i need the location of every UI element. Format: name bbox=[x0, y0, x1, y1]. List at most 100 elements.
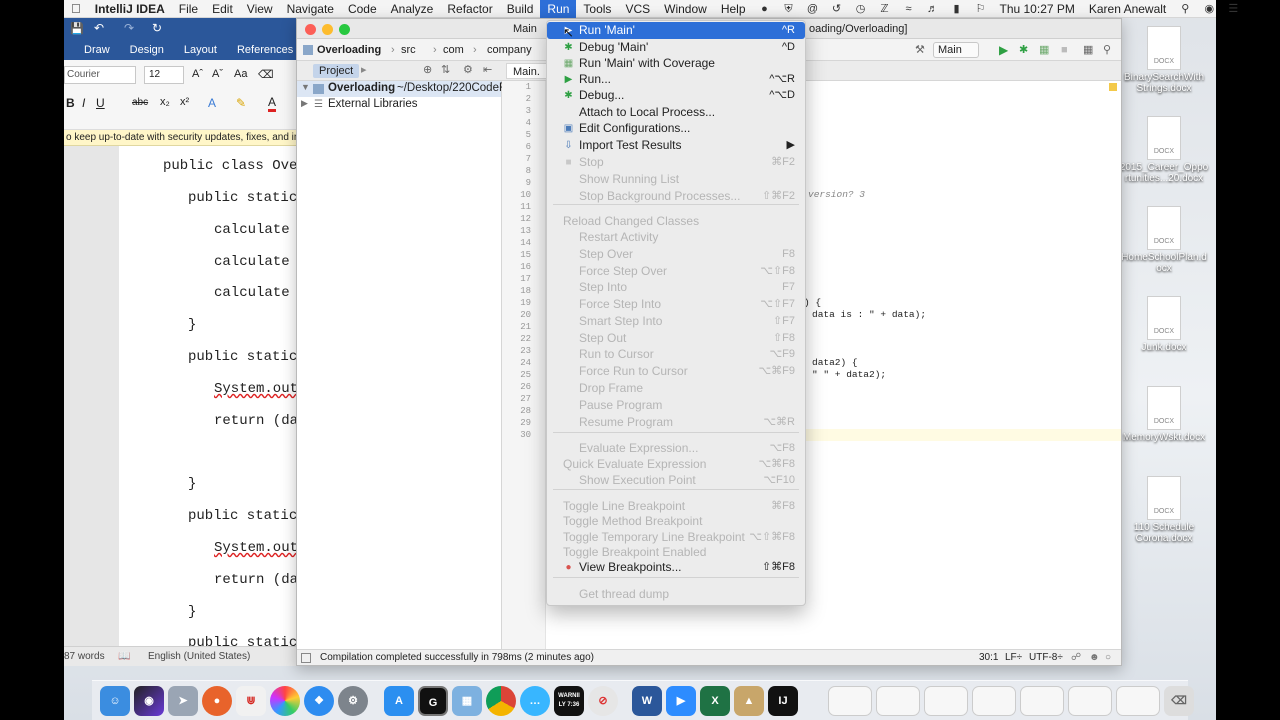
trash-icon[interactable]: ⌫ bbox=[1164, 685, 1194, 716]
menu-analyze[interactable]: Analyze bbox=[384, 0, 441, 18]
event-log-icon[interactable]: ○ bbox=[1105, 650, 1111, 666]
menu-item-debug[interactable]: ✱ Debug... ^⌥D bbox=[547, 87, 805, 104]
zoom-icon[interactable]: ▶ bbox=[666, 685, 696, 716]
menubar-clock[interactable]: Thu 10:27 PM bbox=[993, 0, 1082, 18]
status-message[interactable]: Compilation completed successfully in 79… bbox=[320, 650, 594, 666]
installer-icon[interactable]: ▲ bbox=[734, 685, 764, 716]
menu-window[interactable]: Window bbox=[657, 0, 714, 18]
run-config-select[interactable]: Main bbox=[933, 42, 979, 58]
record-icon[interactable]: ● bbox=[758, 3, 772, 15]
menu-run[interactable]: Run bbox=[540, 0, 577, 18]
shield-icon[interactable]: ⛨ bbox=[782, 3, 796, 15]
editor-tab-main[interactable]: Main. bbox=[506, 63, 547, 79]
line-separator[interactable]: LF÷ bbox=[1005, 650, 1022, 666]
breadcrumb-com[interactable]: com bbox=[443, 39, 464, 61]
superscript-icon[interactable]: x² bbox=[180, 96, 189, 108]
redo-icon[interactable]: ↷ bbox=[124, 21, 134, 35]
apple-menu-icon[interactable]:  bbox=[64, 0, 88, 18]
firefox-icon[interactable]: ● bbox=[202, 685, 232, 716]
toggle-tool-windows-icon[interactable] bbox=[301, 653, 311, 663]
desktop-file-icon[interactable]: DOCX 2015_Career_Oppo rtunities...20.doc… bbox=[1116, 116, 1212, 184]
menu-view[interactable]: View bbox=[240, 0, 280, 18]
word-language[interactable]: English (United States) bbox=[148, 647, 250, 667]
debug-icon[interactable]: ✱ bbox=[1019, 39, 1028, 61]
siri-icon[interactable]: ◉ bbox=[134, 685, 164, 716]
menu-edit[interactable]: Edit bbox=[205, 0, 240, 18]
font-name-select[interactable]: Courier bbox=[64, 66, 136, 84]
change-case-icon[interactable]: Aa bbox=[234, 68, 247, 80]
safari-icon[interactable]: ❖ bbox=[304, 685, 334, 716]
acrobat-icon[interactable]: ⋓ bbox=[236, 685, 266, 716]
minimized-window-thumb[interactable] bbox=[828, 685, 872, 716]
minimized-window-thumb[interactable] bbox=[924, 685, 968, 716]
desktop-file-icon[interactable]: DOCX Junk.docx bbox=[1116, 296, 1212, 353]
project-view-select[interactable]: Project bbox=[313, 64, 360, 78]
app-store-icon[interactable]: A bbox=[384, 685, 414, 716]
word-app-icon[interactable]: W bbox=[632, 685, 662, 716]
menu-app-name[interactable]: IntelliJ IDEA bbox=[88, 0, 172, 18]
word-count[interactable]: 87 words bbox=[64, 647, 105, 667]
underline-icon[interactable]: U bbox=[96, 96, 105, 110]
font-color-icon[interactable]: A bbox=[268, 95, 277, 112]
coverage-icon[interactable]: ▦ bbox=[1039, 39, 1049, 61]
chrome-icon[interactable] bbox=[486, 685, 516, 716]
tree-item-project-root[interactable]: ▼ Overloading ~/Desktop/220CodeF bbox=[297, 81, 506, 97]
save-icon[interactable]: 💾 bbox=[70, 22, 84, 35]
file-encoding[interactable]: UTF-8÷ bbox=[1029, 650, 1063, 666]
word-document[interactable]: public class Ove public static calculate… bbox=[119, 146, 299, 656]
minimized-window-thumb[interactable] bbox=[1020, 685, 1064, 716]
menubar-user[interactable]: Karen Anewalt bbox=[1082, 0, 1173, 18]
virtualbox-icon[interactable]: ▦ bbox=[452, 685, 482, 716]
breadcrumb-company[interactable]: company bbox=[487, 39, 532, 61]
history-icon[interactable]: ↺ bbox=[830, 3, 844, 15]
menu-file[interactable]: File bbox=[172, 0, 205, 18]
scroll-from-source-icon[interactable]: ⊕ bbox=[423, 63, 432, 76]
zoom-window-button[interactable] bbox=[339, 24, 350, 35]
menu-item-debug-main[interactable]: ✱ Debug 'Main' ^D bbox=[547, 39, 805, 56]
bold-icon[interactable]: B bbox=[66, 96, 75, 110]
cursor-position[interactable]: 30:1 bbox=[979, 650, 998, 666]
expand-arrow-icon[interactable]: ▼ bbox=[301, 82, 310, 92]
word-tab-references[interactable]: References bbox=[227, 44, 303, 56]
undo-icon[interactable]: ↶ bbox=[94, 21, 104, 35]
text-effects-icon[interactable]: A bbox=[208, 96, 216, 110]
menu-tools[interactable]: Tools bbox=[576, 0, 618, 18]
desktop-file-icon[interactable]: DOCX HomeSchoolPlan.d ocx bbox=[1116, 206, 1212, 274]
font-size-select[interactable]: 12 bbox=[144, 66, 184, 84]
menu-navigate[interactable]: Navigate bbox=[280, 0, 341, 18]
minimized-window-thumb[interactable] bbox=[1068, 685, 1112, 716]
hide-panel-icon[interactable]: ⇤ bbox=[483, 63, 492, 76]
wifi-icon[interactable]: ≈ bbox=[902, 3, 916, 15]
breadcrumb-project[interactable]: Overloading bbox=[317, 39, 381, 61]
stop-icon[interactable]: ■ bbox=[1061, 39, 1068, 61]
desktop-file-icon[interactable]: DOCX MemoryWskt.docx bbox=[1116, 386, 1212, 443]
settings-gear-icon[interactable]: ⚙ bbox=[463, 63, 473, 76]
desktop-file-icon[interactable]: DOCX 110 Schedule Corona.docx bbox=[1116, 476, 1212, 544]
run-icon[interactable]: ▶ bbox=[999, 39, 1008, 61]
clear-formatting-icon[interactable]: ⌫ bbox=[258, 68, 274, 81]
menu-code[interactable]: Code bbox=[341, 0, 384, 18]
photos-icon[interactable] bbox=[270, 685, 300, 716]
spotlight-search-icon[interactable]: ⚲ bbox=[1178, 3, 1192, 15]
menu-item-import-test-results[interactable]: ⇩ Import Test Results ▶ bbox=[547, 137, 805, 154]
tree-item-external-libraries[interactable]: ▶ ☰ External Libraries bbox=[297, 97, 501, 113]
flag-icon[interactable]: ⚐ bbox=[974, 3, 988, 15]
word-tab-draw[interactable]: Draw bbox=[64, 44, 120, 56]
word-tab-design[interactable]: Design bbox=[120, 44, 174, 56]
menu-build[interactable]: Build bbox=[500, 0, 541, 18]
volume-icon[interactable]: ♬ bbox=[926, 3, 940, 15]
finder-icon[interactable]: ☺ bbox=[100, 685, 130, 716]
parallels-icon[interactable]: ⊘ bbox=[588, 685, 618, 716]
close-window-button[interactable] bbox=[305, 24, 316, 35]
lock-icon[interactable]: ☍ bbox=[1071, 650, 1081, 666]
menu-help[interactable]: Help bbox=[714, 0, 753, 18]
breadcrumb-src[interactable]: src bbox=[401, 39, 416, 61]
minimized-window-thumb[interactable] bbox=[972, 685, 1016, 716]
proofing-icon[interactable]: 📖 bbox=[118, 647, 130, 667]
siri-icon[interactable]: ◉ bbox=[1202, 3, 1216, 15]
battery-icon[interactable]: ▮ bbox=[950, 3, 964, 15]
menu-item-attach-to-local-process[interactable]: Attach to Local Process... bbox=[547, 104, 805, 121]
menu-refactor[interactable]: Refactor bbox=[440, 0, 499, 18]
collapse-all-icon[interactable]: ⇅ bbox=[441, 63, 450, 76]
menu-vcs[interactable]: VCS bbox=[618, 0, 657, 18]
